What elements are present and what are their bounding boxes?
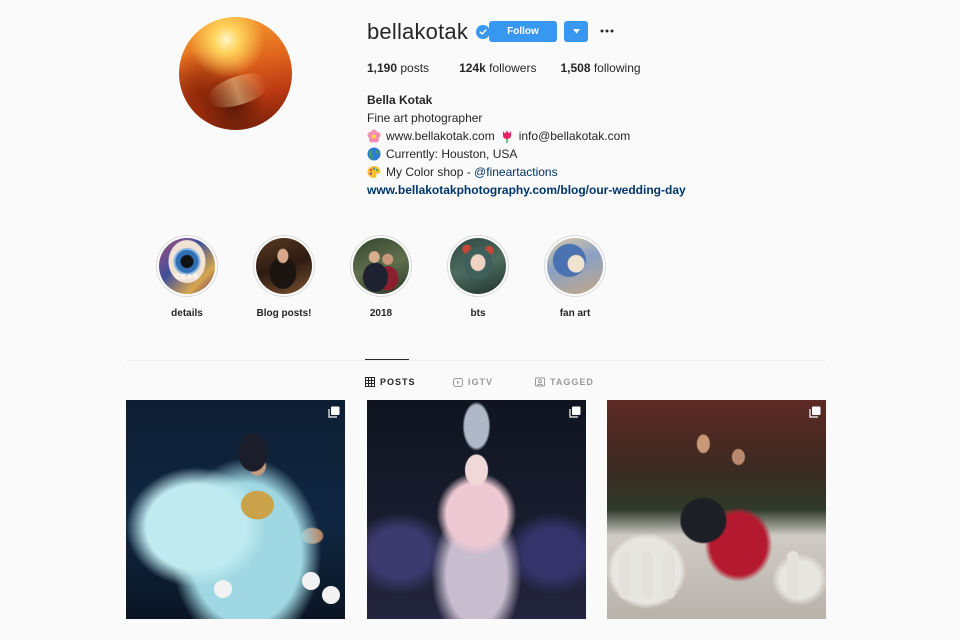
post-image <box>126 400 345 619</box>
highlight-blog-posts[interactable]: Blog posts! <box>244 235 324 319</box>
bio-contact-line: www.bellakotak.com info@bellakotak.com <box>367 127 686 145</box>
multiple-photos-icon <box>569 406 581 418</box>
blossom-emoji-icon <box>367 129 381 143</box>
post-thumbnail[interactable] <box>367 400 586 619</box>
tab-posts[interactable]: POSTS <box>365 376 416 388</box>
tab-igtv[interactable]: IGTV <box>453 376 493 388</box>
post-image-detail <box>619 551 631 599</box>
tulip-emoji-icon <box>502 130 511 143</box>
post-thumbnail[interactable] <box>126 400 345 619</box>
post-image-detail <box>663 551 675 599</box>
highlight-ring[interactable] <box>350 235 412 297</box>
highlight-label: 2018 <box>369 308 393 319</box>
profile-bio: Bella Kotak Fine art photographer www.be… <box>367 91 686 199</box>
post-image <box>367 400 586 619</box>
highlight-ring[interactable] <box>544 235 606 297</box>
tagged-icon <box>535 377 545 387</box>
post-image-detail <box>787 551 799 599</box>
posts-count: 1,190 posts <box>367 61 430 75</box>
highlight-fan-art[interactable]: fan art <box>535 235 615 319</box>
verified-badge-icon <box>476 25 491 39</box>
highlight-cover <box>353 238 409 294</box>
highlight-details[interactable]: CEAR details <box>147 235 227 319</box>
tab-label: TAGGED <box>550 377 594 387</box>
highlight-label: fan art <box>559 308 591 319</box>
username-row: bellakotak <box>367 18 491 46</box>
bio-website: www.bellakotak.com <box>386 129 495 143</box>
post-image-detail <box>641 551 653 599</box>
highlight-cover <box>547 238 603 294</box>
post-image-detail <box>322 586 340 604</box>
bio-shop-line: My Color shop - @fineartactions <box>367 163 686 181</box>
highlight-2018[interactable]: 2018 <box>341 235 421 319</box>
tabs-divider <box>126 360 826 361</box>
active-tab-indicator <box>365 359 409 360</box>
post-image-detail <box>214 580 232 598</box>
profile-avatar[interactable] <box>179 17 292 130</box>
shop-mention-link[interactable]: @fineartactions <box>474 163 558 181</box>
avatar-photo-subject <box>204 68 270 114</box>
multiple-photos-icon <box>328 406 340 418</box>
following-count[interactable]: 1,508 following <box>560 61 640 75</box>
bio-shop-text: My Color shop - <box>386 165 471 179</box>
post-image <box>607 400 826 619</box>
username: bellakotak <box>367 19 469 44</box>
post-image-detail <box>302 572 320 590</box>
caret-down-icon <box>572 29 580 34</box>
full-name: Bella Kotak <box>367 93 433 107</box>
tab-label: POSTS <box>380 377 416 387</box>
highlight-label: details <box>171 308 203 319</box>
globe-emoji-icon <box>367 147 381 161</box>
ellipsis-icon <box>600 29 614 33</box>
highlight-cover-text: CEAR <box>175 274 199 281</box>
igtv-icon <box>453 378 463 387</box>
grid-icon <box>365 377 375 387</box>
bio-location: Currently: Houston, USA <box>386 147 518 161</box>
profile-stats: 1,190 posts 124k followers 1,508 followi… <box>367 61 665 75</box>
highlight-bts[interactable]: bts <box>438 235 518 319</box>
follow-button[interactable]: Follow <box>489 21 557 42</box>
more-options-button[interactable] <box>599 23 615 39</box>
highlight-ring[interactable]: CEAR <box>156 235 218 297</box>
palette-emoji-icon <box>367 166 381 178</box>
highlight-ring[interactable] <box>253 235 315 297</box>
bio-email: info@bellakotak.com <box>518 129 631 143</box>
followers-count[interactable]: 124k followers <box>459 61 536 75</box>
suggested-dropdown-button[interactable] <box>564 21 588 42</box>
highlight-cover <box>256 238 312 294</box>
bio-tagline: Fine art photographer <box>367 111 483 125</box>
post-thumbnail[interactable] <box>607 400 826 619</box>
tab-tagged[interactable]: TAGGED <box>535 376 594 388</box>
highlight-cover <box>450 238 506 294</box>
bio-location-line: Currently: Houston, USA <box>367 145 686 163</box>
highlight-label: bts <box>470 308 486 319</box>
highlight-ring[interactable] <box>447 235 509 297</box>
highlight-cover: CEAR <box>159 238 215 294</box>
multiple-photos-icon <box>809 406 821 418</box>
tab-label: IGTV <box>468 377 494 387</box>
bio-external-link[interactable]: www.bellakotakphotography.com/blog/our-w… <box>367 181 686 199</box>
highlight-label: Blog posts! <box>256 308 312 319</box>
